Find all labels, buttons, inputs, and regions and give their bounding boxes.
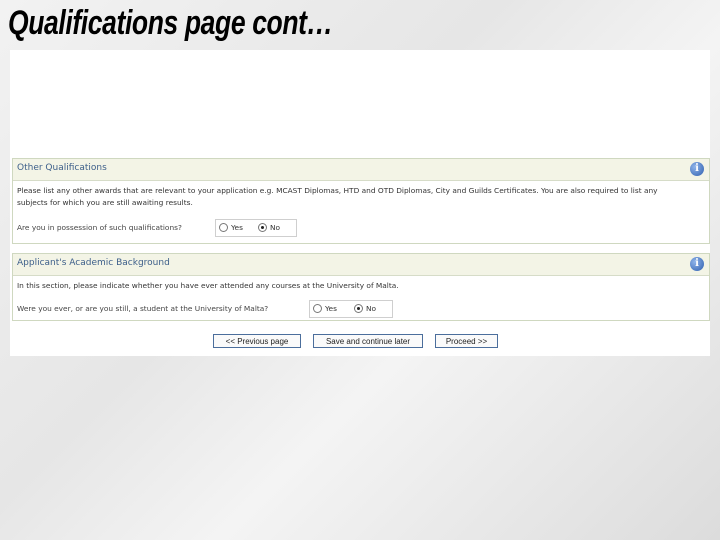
- radio-label-no: No: [270, 223, 281, 232]
- section-header: Applicant's Academic Background i: [13, 254, 709, 276]
- section-header: Other Qualifications i: [13, 159, 709, 181]
- university-no-radio[interactable]: [354, 304, 363, 313]
- qualifications-radio-group: Yes No: [215, 219, 297, 237]
- section-description: Please list any other awards that are re…: [17, 185, 658, 209]
- previous-page-button[interactable]: << Previous page: [213, 334, 301, 348]
- qualifications-yes-radio[interactable]: [219, 223, 228, 232]
- slide-title: Qualifications page cont…: [8, 4, 333, 42]
- university-question: Were you ever, or are you still, a stude…: [17, 304, 269, 313]
- section-title: Other Qualifications: [17, 163, 107, 173]
- university-radio-group: Yes No: [309, 300, 393, 318]
- academic-background-section: Applicant's Academic Background i In thi…: [12, 253, 710, 321]
- qualifications-question: Are you in possession of such qualificat…: [17, 223, 182, 232]
- radio-label-no: No: [366, 304, 377, 313]
- proceed-button[interactable]: Proceed >>: [435, 334, 498, 348]
- info-icon[interactable]: i: [690, 162, 704, 176]
- description-line: Please list any other awards that are re…: [17, 186, 658, 195]
- qualifications-no-radio[interactable]: [258, 223, 267, 232]
- info-icon[interactable]: i: [690, 257, 704, 271]
- section-title: Applicant's Academic Background: [17, 258, 170, 268]
- university-yes-radio[interactable]: [313, 304, 322, 313]
- save-continue-later-button[interactable]: Save and continue later: [313, 334, 423, 348]
- other-qualifications-section: Other Qualifications i Please list any o…: [12, 158, 710, 244]
- radio-label-yes: Yes: [325, 304, 337, 313]
- section-description: In this section, please indicate whether…: [17, 281, 399, 290]
- radio-label-yes: Yes: [231, 223, 243, 232]
- description-line: subjects for which you are still awaitin…: [17, 198, 193, 207]
